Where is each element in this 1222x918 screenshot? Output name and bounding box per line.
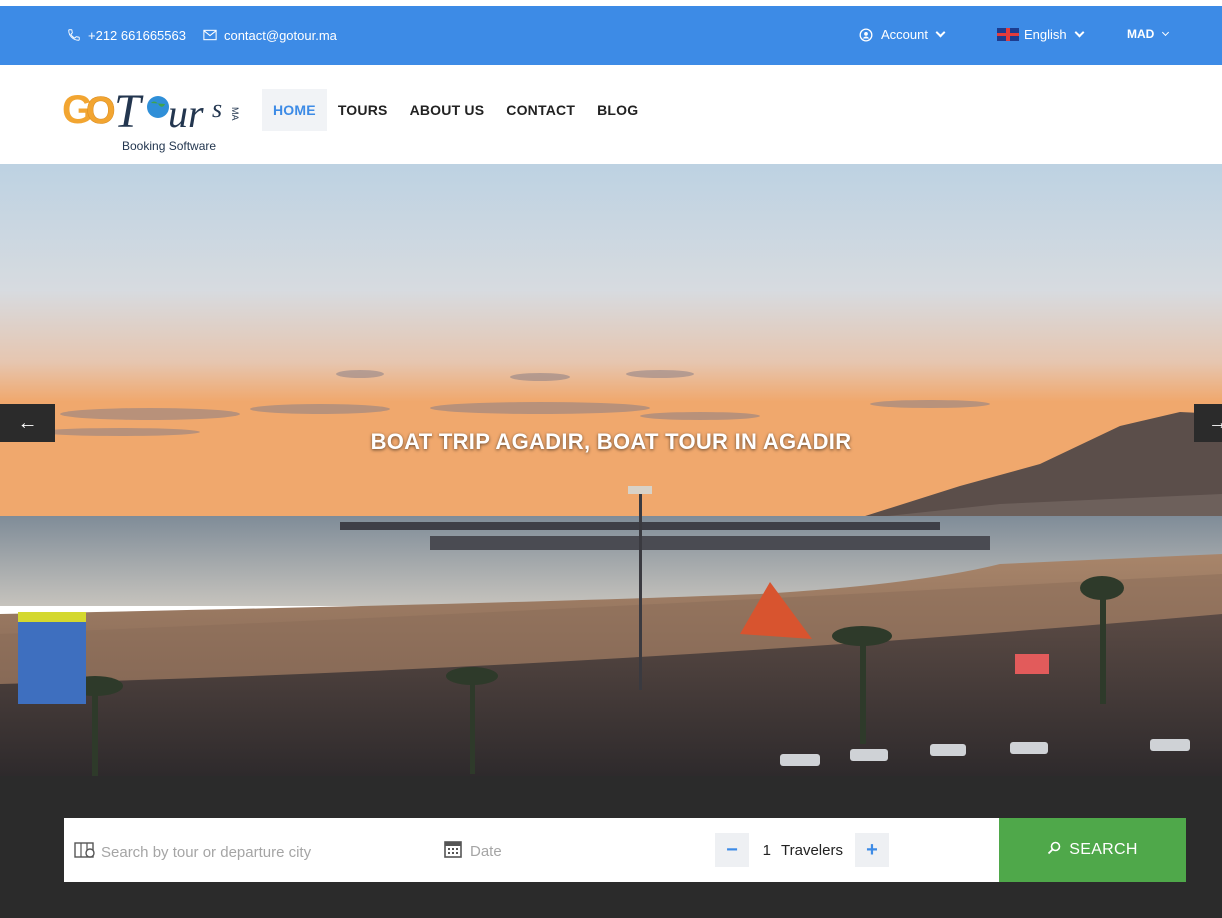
nav-tours[interactable]: TOURS [327, 89, 399, 131]
increase-travelers-button[interactable]: + [854, 833, 889, 867]
contact-info: +212 661665563 contact@gotour.ma [66, 27, 337, 43]
user-circle-icon [859, 28, 873, 42]
arrow-left-icon: ← [17, 411, 38, 434]
language-label: English [1024, 27, 1067, 42]
search-icon [1047, 841, 1061, 860]
travelers-count: 1 [762, 841, 771, 859]
svg-text:T: T [114, 85, 144, 138]
search-button[interactable]: SEARCH [999, 818, 1186, 882]
plus-icon: + [866, 838, 878, 861]
nav-contact[interactable]: CONTACT [495, 89, 586, 131]
svg-text:s: s [212, 94, 222, 123]
logo-tagline: Booking Software [122, 139, 216, 153]
email-link[interactable]: contact@gotour.ma [224, 28, 337, 43]
nav-about-us[interactable]: ABOUT US [399, 89, 496, 131]
svg-text:O: O [86, 90, 116, 132]
chevron-down-icon [1074, 27, 1085, 38]
nav-blog[interactable]: BLOG [586, 89, 649, 131]
site-header: G O T ur s MA Booking Software HOME TOUR… [0, 65, 1222, 164]
arrow-right-icon: → [1208, 411, 1222, 434]
currency-label: MAD [1127, 27, 1155, 41]
uk-flag-icon [997, 28, 1019, 41]
travelers-label: Travelers [781, 841, 843, 859]
minus-icon: − [726, 838, 738, 861]
account-dropdown[interactable]: Account [859, 27, 946, 42]
top-bar: +212 661665563 contact@gotour.ma Account… [0, 6, 1222, 65]
hero-image [0, 164, 1222, 776]
search-form: Search by tour or departure city Date − … [64, 818, 999, 882]
search-placeholder: Search by tour or departure city [101, 843, 312, 861]
chevron-down-icon [1162, 28, 1170, 36]
currency-dropdown[interactable]: MAD [1127, 27, 1170, 41]
site-logo[interactable]: G O T ur s MA Booking Software [62, 77, 242, 157]
slider-next-button[interactable]: → [1194, 404, 1222, 442]
slider-prev-button[interactable]: ← [0, 404, 55, 442]
nav-home[interactable]: HOME [262, 89, 327, 131]
language-dropdown[interactable]: English [997, 27, 1085, 42]
search-button-label: SEARCH [1069, 841, 1138, 858]
main-nav: HOME TOURS ABOUT US CONTACT BLOG [262, 89, 649, 131]
mail-icon [202, 27, 218, 43]
search-input[interactable]: Search by tour or departure city [74, 840, 311, 864]
decrease-travelers-button[interactable]: − [715, 833, 749, 867]
svg-text:ur: ur [168, 91, 204, 136]
map-icon [74, 840, 96, 864]
date-placeholder: Date [470, 842, 502, 860]
logo-suffix: MA [230, 107, 240, 121]
hero-title: BOAT TRIP AGADIR, BOAT TOUR IN AGADIR [370, 429, 852, 454]
calendar-icon [444, 840, 462, 862]
phone-link[interactable]: +212 661665563 [88, 28, 186, 43]
date-input[interactable]: Date [444, 840, 502, 862]
chevron-down-icon [935, 27, 946, 38]
search-band: Search by tour or departure city Date − … [0, 776, 1222, 918]
travelers-selector: − 1 Travelers + [715, 833, 889, 867]
phone-icon [66, 27, 82, 43]
hero-slider: BOAT TRIP AGADIR, BOAT TOUR IN AGADIR ← … [0, 164, 1222, 776]
account-label: Account [881, 27, 928, 42]
